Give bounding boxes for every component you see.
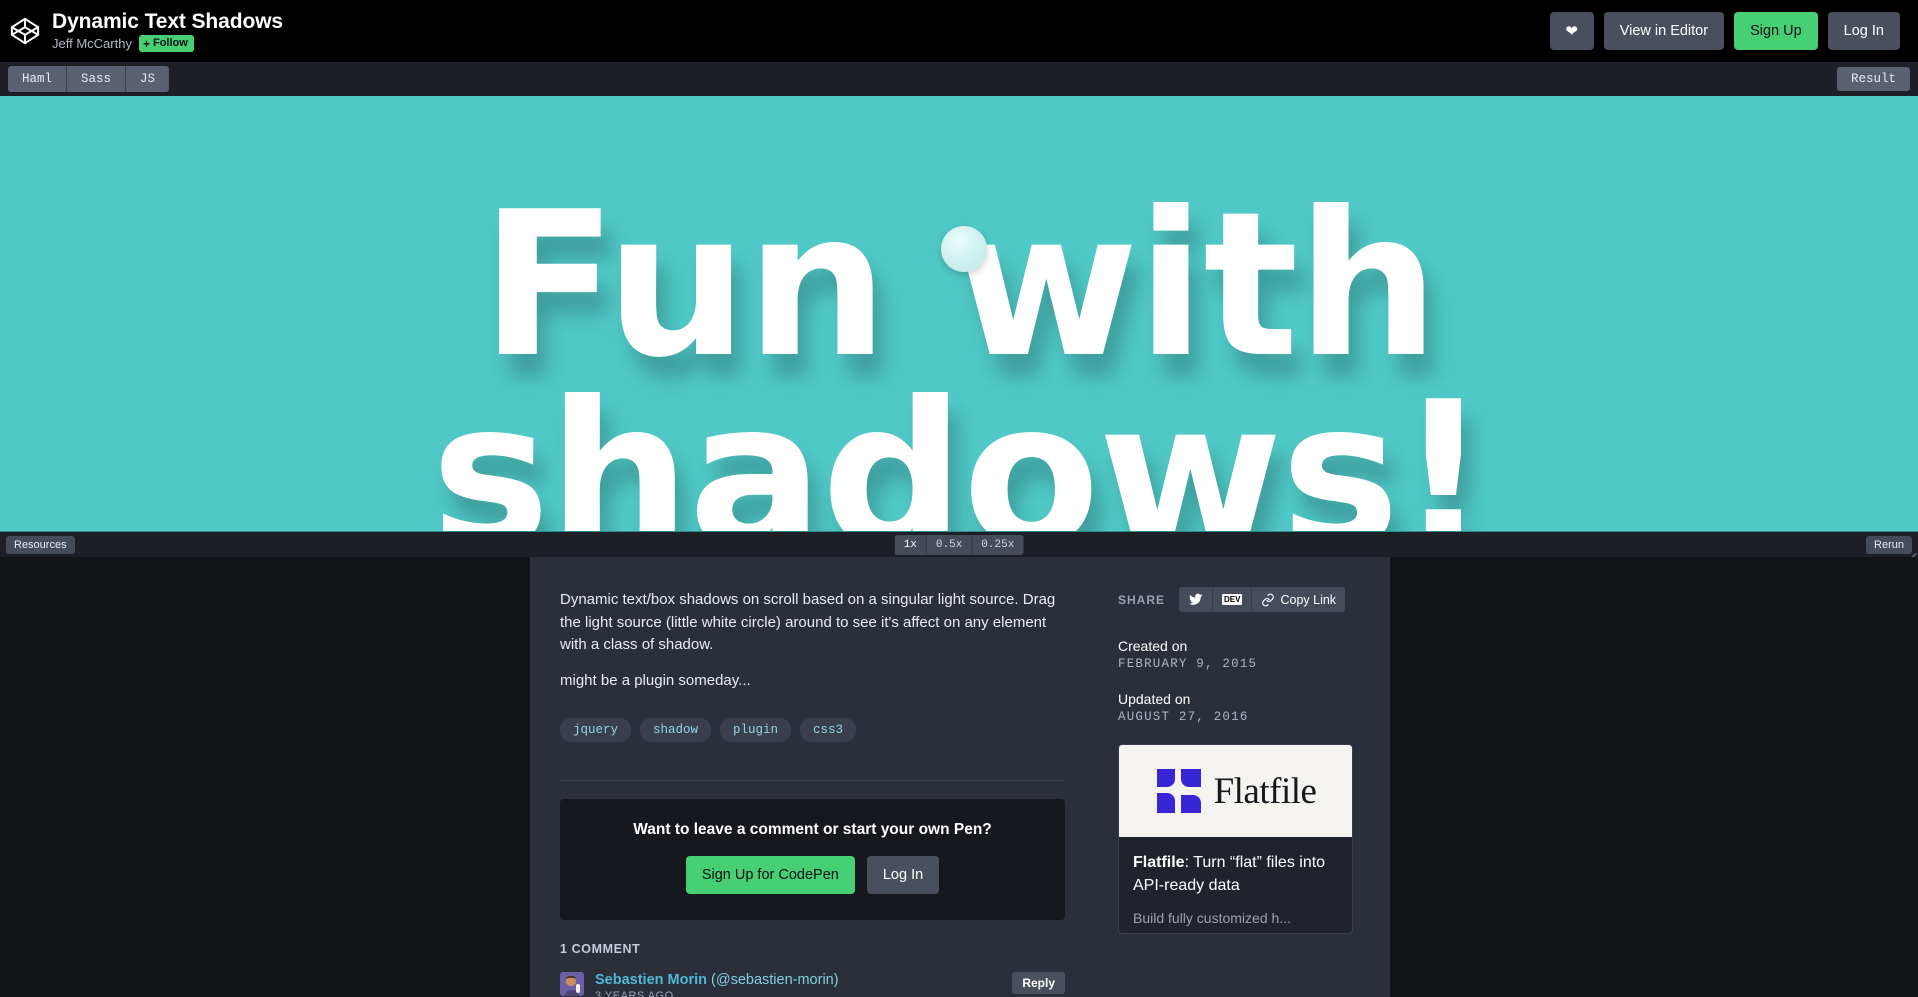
share-label: SHARE bbox=[1118, 592, 1166, 607]
author-name[interactable]: Jeff McCarthy bbox=[52, 36, 132, 51]
updated-on-block: Updated on AUGUST 27, 2016 bbox=[1118, 691, 1353, 724]
copy-link-button[interactable]: Copy Link bbox=[1252, 587, 1346, 612]
ad-subtitle: Build fully customized h... bbox=[1133, 910, 1291, 926]
share-row: SHARE DEV Copy Link bbox=[1118, 587, 1353, 612]
updated-on-label: Updated on bbox=[1118, 691, 1191, 707]
comments-section: Want to leave a comment or start your ow… bbox=[560, 780, 1065, 997]
codepen-logo-icon[interactable] bbox=[10, 16, 40, 46]
plus-icon: + bbox=[142, 36, 150, 51]
editor-tab-bar: Haml Sass JS Result bbox=[0, 62, 1918, 96]
ad-headline-brand: Flatfile bbox=[1133, 854, 1185, 871]
created-on-date: FEBRUARY 9, 2015 bbox=[1118, 657, 1258, 671]
preview-control-bar: Resources 1x 0.5x 0.25x Rerun bbox=[0, 531, 1918, 569]
share-dev-button[interactable]: DEV bbox=[1213, 587, 1253, 612]
tag-css3[interactable]: css3 bbox=[800, 718, 857, 742]
dev-to-icon: DEV bbox=[1222, 594, 1243, 605]
list-item: Sebastien Morin (@sebastien-morin) 3 YEA… bbox=[560, 972, 1065, 997]
tag-list: jquery shadow plugin css3 bbox=[560, 718, 1065, 742]
rerun-button[interactable]: Rerun bbox=[1866, 535, 1912, 554]
tag-shadow[interactable]: shadow bbox=[640, 718, 712, 742]
description-paragraph: might be a plugin someday... bbox=[560, 671, 751, 689]
details-sidebar: SHARE DEV Copy Link Created on FEBRUARY … bbox=[1118, 587, 1353, 934]
share-twitter-button[interactable] bbox=[1179, 587, 1214, 612]
pen-details-section: Dynamic text/box shadows on scroll based… bbox=[0, 557, 1918, 997]
twitter-icon bbox=[1188, 592, 1203, 607]
comment-author-handle: (@sebastien-morin) bbox=[711, 972, 839, 988]
comment-meta: Sebastien Morin (@sebastien-morin) 3 YEA… bbox=[595, 972, 1012, 997]
avatar[interactable] bbox=[560, 972, 584, 996]
copy-link-label: Copy Link bbox=[1280, 592, 1337, 607]
log-in-button[interactable]: Log In bbox=[1827, 12, 1900, 50]
comment-count-label: 1 COMMENT bbox=[560, 942, 641, 956]
signup-actions: Sign Up for CodePen Log In bbox=[580, 856, 1045, 894]
ad-image: Flatfile bbox=[1119, 745, 1352, 837]
comment-author-name: Sebastien Morin bbox=[595, 972, 707, 988]
zoom-1x-button[interactable]: 1x bbox=[894, 534, 927, 555]
pen-description: Dynamic text/box shadows on scroll based… bbox=[560, 589, 1065, 692]
description-paragraph: Dynamic text/box shadows on scroll based… bbox=[560, 591, 1056, 653]
details-main-column: Dynamic text/box shadows on scroll based… bbox=[560, 589, 1065, 997]
ad-body: Flatfile: Turn “flat” files into API-rea… bbox=[1119, 837, 1352, 933]
tab-js[interactable]: JS bbox=[126, 66, 170, 92]
tab-haml[interactable]: Haml bbox=[8, 66, 68, 92]
zoom-0.25x-button[interactable]: 0.25x bbox=[972, 534, 1024, 555]
preview-heading-line-1: Fun with bbox=[480, 169, 1439, 402]
zoom-0.5x-button[interactable]: 0.5x bbox=[926, 534, 973, 555]
created-on-block: Created on FEBRUARY 9, 2015 bbox=[1118, 638, 1353, 671]
follow-button-label: Follow bbox=[152, 37, 188, 49]
zoom-level-group: 1x 0.5x 0.25x bbox=[894, 534, 1024, 555]
tab-sass[interactable]: Sass bbox=[67, 66, 127, 92]
sign-up-for-codepen-button[interactable]: Sign Up for CodePen bbox=[685, 856, 855, 894]
reply-button[interactable]: Reply bbox=[1012, 972, 1065, 994]
ad-headline: Flatfile: Turn “flat” files into API-rea… bbox=[1133, 851, 1338, 897]
view-in-editor-button[interactable]: View in Editor bbox=[1603, 12, 1725, 50]
created-on-label: Created on bbox=[1118, 638, 1188, 654]
heart-icon: ❤ bbox=[1565, 22, 1578, 40]
tag-jquery[interactable]: jquery bbox=[560, 718, 632, 742]
flatfile-logo-icon bbox=[1155, 767, 1203, 815]
author-row: Jeff McCarthy + Follow bbox=[52, 35, 283, 52]
page-title: Dynamic Text Shadows bbox=[52, 10, 284, 33]
resources-button[interactable]: Resources bbox=[6, 535, 75, 554]
comment-log-in-button[interactable]: Log In bbox=[866, 856, 940, 894]
signup-prompt: Want to leave a comment or start your ow… bbox=[633, 821, 992, 838]
pen-title-block: Dynamic Text Shadows Jeff McCarthy + Fol… bbox=[52, 10, 283, 52]
share-buttons: DEV Copy Link bbox=[1179, 587, 1346, 612]
comment-timestamp: 3 YEARS AGO bbox=[595, 990, 674, 997]
pen-preview-iframe[interactable]: Fun with shadows! bbox=[0, 96, 1918, 531]
comment-author-link[interactable]: Sebastien Morin (@sebastien-morin) bbox=[595, 972, 1012, 988]
follow-button[interactable]: + Follow bbox=[138, 35, 194, 52]
love-button[interactable]: ❤ bbox=[1549, 12, 1594, 50]
header-actions: ❤ View in Editor Sign Up Log In bbox=[1549, 12, 1900, 50]
light-source-circle[interactable] bbox=[941, 226, 987, 272]
sign-up-button[interactable]: Sign Up bbox=[1734, 12, 1818, 50]
comment-signup-box: Want to leave a comment or start your ow… bbox=[560, 799, 1065, 920]
updated-on-date: AUGUST 27, 2016 bbox=[1118, 710, 1249, 724]
page-header: Dynamic Text Shadows Jeff McCarthy + Fol… bbox=[0, 0, 1918, 62]
result-toggle-button[interactable]: Result bbox=[1836, 67, 1910, 91]
editor-tabs: Haml Sass JS bbox=[8, 66, 170, 92]
link-icon bbox=[1261, 593, 1275, 607]
ad-brand-wordmark: Flatfile bbox=[1213, 770, 1317, 812]
preview-heading-line-2: shadows! bbox=[431, 359, 1489, 532]
tag-plugin[interactable]: plugin bbox=[720, 718, 792, 742]
sponsor-ad-card[interactable]: Flatfile Flatfile: Turn “flat” files int… bbox=[1118, 744, 1353, 934]
codepen-pen-page: Dynamic Text Shadows Jeff McCarthy + Fol… bbox=[0, 0, 1918, 997]
